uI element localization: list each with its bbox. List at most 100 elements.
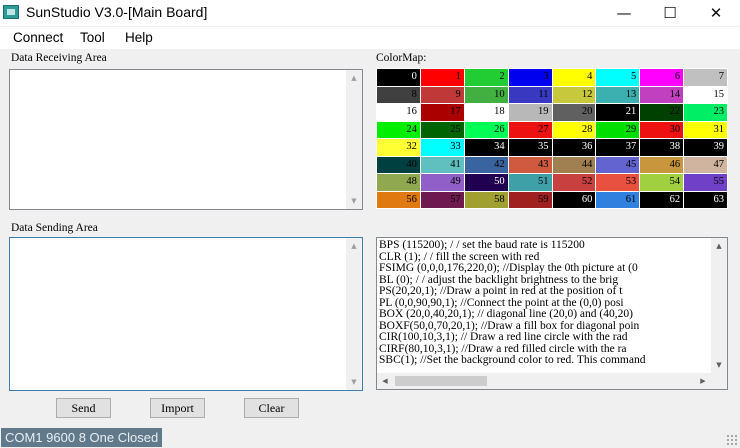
command-line[interactable]: SBC(1); //Set the background color to re… [379, 355, 709, 367]
color-index: 52 [581, 176, 593, 187]
color-cell[interactable]: 38 [640, 139, 684, 156]
send-textbox[interactable]: ▲ ▼ [9, 237, 363, 391]
color-cell[interactable]: 58 [464, 191, 508, 208]
color-index: 19 [538, 106, 549, 117]
close-button[interactable]: ✕ [693, 0, 739, 26]
color-cell[interactable]: 12 [552, 86, 596, 103]
color-cell[interactable]: 60 [552, 191, 596, 208]
scroll-up-icon[interactable]: ▲ [346, 238, 362, 254]
receive-textbox[interactable]: ▲ ▼ [9, 69, 363, 210]
clear-button[interactable]: Clear [244, 398, 299, 418]
command-vertical-scrollbar[interactable]: ▲ ▼ [711, 238, 727, 373]
color-cell[interactable]: 10 [464, 86, 508, 103]
color-cell[interactable]: 16 [377, 104, 420, 121]
menu-connect[interactable]: Connect [13, 30, 63, 45]
color-cell[interactable]: 15 [684, 86, 727, 103]
color-cell[interactable]: 55 [684, 174, 727, 191]
color-cell[interactable]: 9 [420, 86, 464, 103]
scroll-down-icon[interactable]: ▼ [346, 193, 362, 209]
scroll-up-icon[interactable]: ▲ [711, 238, 727, 254]
command-horizontal-scrollbar[interactable]: ◀ ▶ [377, 373, 711, 389]
color-cell[interactable]: 63 [684, 191, 727, 208]
color-cell[interactable]: 1 [420, 69, 464, 86]
color-cell[interactable]: 23 [684, 104, 727, 121]
send-button[interactable]: Send [56, 398, 111, 418]
color-index: 41 [450, 158, 461, 170]
color-cell[interactable]: 24 [377, 121, 420, 138]
resize-grip-icon[interactable] [726, 434, 738, 446]
color-cell[interactable]: 54 [640, 174, 684, 191]
menu-help[interactable]: Help [125, 30, 153, 45]
color-cell[interactable]: 59 [508, 191, 552, 208]
color-cell[interactable]: 30 [640, 121, 684, 138]
scroll-up-icon[interactable]: ▲ [346, 70, 362, 86]
color-cell[interactable]: 6 [640, 69, 684, 86]
maximize-button[interactable]: ☐ [647, 0, 693, 26]
color-cell[interactable]: 46 [640, 156, 684, 173]
color-cell[interactable]: 42 [464, 156, 508, 173]
color-cell[interactable]: 5 [596, 69, 640, 86]
color-index: 10 [494, 88, 505, 100]
command-line[interactable]: BPS (115200); / / set the baud rate is 1… [379, 240, 709, 252]
color-cell[interactable]: 44 [552, 156, 596, 173]
scroll-left-icon[interactable]: ◀ [377, 373, 393, 389]
color-cell[interactable]: 19 [508, 104, 552, 121]
color-cell[interactable]: 21 [596, 104, 640, 121]
color-cell[interactable]: 2 [464, 69, 508, 86]
color-cell[interactable]: 41 [420, 156, 464, 173]
command-list[interactable]: BPS (115200); / / set the baud rate is 1… [376, 237, 728, 390]
color-cell[interactable]: 49 [420, 174, 464, 191]
color-cell[interactable]: 56 [377, 191, 420, 208]
color-cell[interactable]: 3 [508, 69, 552, 86]
color-cell[interactable]: 45 [596, 156, 640, 173]
color-cell[interactable]: 62 [640, 191, 684, 208]
color-index: 43 [538, 158, 549, 170]
color-cell[interactable]: 25 [420, 121, 464, 138]
color-cell[interactable]: 20 [552, 104, 596, 121]
color-cell[interactable]: 32 [377, 139, 420, 156]
color-cell[interactable]: 35 [508, 139, 552, 156]
color-cell[interactable]: 47 [684, 156, 727, 173]
color-index: 42 [494, 158, 505, 170]
color-cell[interactable]: 26 [464, 121, 508, 138]
scroll-right-icon[interactable]: ▶ [695, 373, 711, 389]
color-cell[interactable]: 37 [596, 139, 640, 156]
color-cell[interactable]: 61 [596, 191, 640, 208]
color-cell[interactable]: 52 [552, 174, 596, 191]
command-line[interactable]: FSIMG (0,0,0,176,220,0); //Display the 0… [379, 263, 709, 275]
send-scrollbar[interactable]: ▲ ▼ [346, 238, 362, 390]
color-cell[interactable]: 14 [640, 86, 684, 103]
menu-tool[interactable]: Tool [80, 30, 105, 45]
color-cell[interactable]: 18 [464, 104, 508, 121]
scroll-down-icon[interactable]: ▼ [346, 374, 362, 390]
color-cell[interactable]: 53 [596, 174, 640, 191]
horizontal-scroll-thumb[interactable] [395, 376, 487, 386]
color-cell[interactable]: 7 [684, 69, 727, 86]
color-cell[interactable]: 33 [420, 139, 464, 156]
color-cell[interactable]: 34 [464, 139, 508, 156]
color-cell[interactable]: 28 [552, 121, 596, 138]
color-cell[interactable]: 11 [508, 86, 552, 103]
color-cell[interactable]: 13 [596, 86, 640, 103]
color-cell[interactable]: 36 [552, 139, 596, 156]
command-line[interactable]: PS(20,20,1); //Draw a point in red at th… [379, 286, 709, 298]
color-cell[interactable]: 29 [596, 121, 640, 138]
color-cell[interactable]: 40 [377, 156, 420, 173]
color-cell[interactable]: 22 [640, 104, 684, 121]
color-cell[interactable]: 51 [508, 174, 552, 191]
scroll-down-icon[interactable]: ▼ [711, 357, 727, 373]
color-cell[interactable]: 31 [684, 121, 727, 138]
color-cell[interactable]: 57 [420, 191, 464, 208]
color-cell[interactable]: 0 [377, 69, 420, 86]
receive-scrollbar[interactable]: ▲ ▼ [346, 70, 362, 209]
color-cell[interactable]: 27 [508, 121, 552, 138]
color-cell[interactable]: 48 [377, 174, 420, 191]
import-button[interactable]: Import [150, 398, 205, 418]
minimize-button[interactable]: — [601, 0, 647, 26]
color-cell[interactable]: 8 [377, 86, 420, 103]
color-cell[interactable]: 50 [464, 174, 508, 191]
color-cell[interactable]: 4 [552, 69, 596, 86]
color-cell[interactable]: 39 [684, 139, 727, 156]
color-cell[interactable]: 43 [508, 156, 552, 173]
color-cell[interactable]: 17 [420, 104, 464, 121]
